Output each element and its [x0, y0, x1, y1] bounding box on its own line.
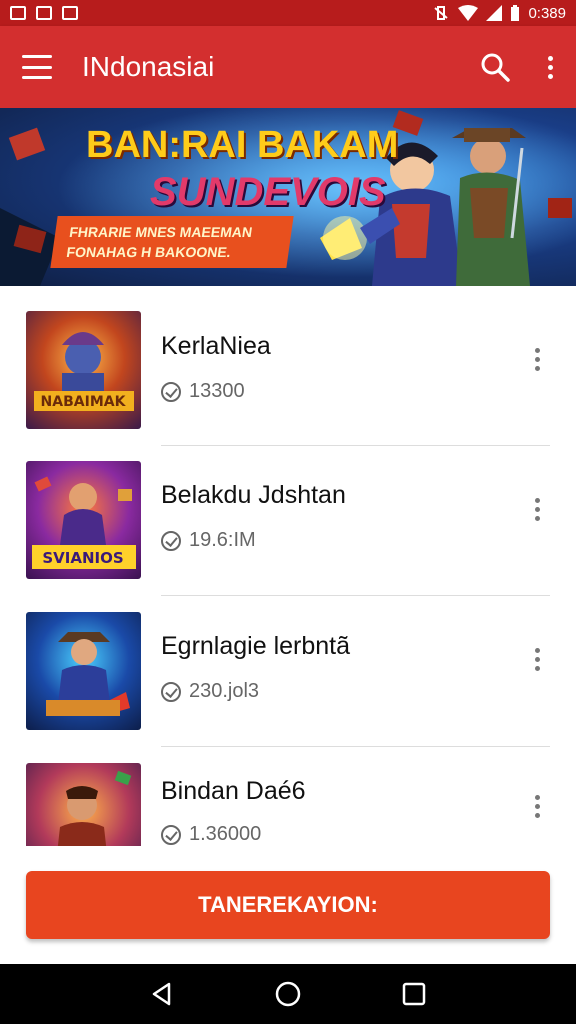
item-more-icon[interactable] [534, 348, 540, 371]
list-item[interactable]: Bindan Daé6 1.36000 [0, 739, 576, 846]
list-item[interactable]: NABAIMAK KerlaNiea 13300 [0, 286, 576, 446]
app-bar: INdonasiai [0, 26, 576, 108]
list-item-count: 13300 [189, 380, 245, 402]
vibrate-icon [434, 6, 449, 20]
list-item-title: Belakdu Jdshtan [161, 481, 346, 509]
status-time: 0:389 [528, 4, 566, 22]
list-item-title: Bindan Daé6 [161, 777, 306, 805]
promo-banner[interactable]: BAN:RAI BAKAM SUNDEVOIS FHRARIE MNES MAE… [0, 108, 576, 286]
thumbnail-art [57, 770, 132, 846]
item-more-icon[interactable] [534, 498, 540, 521]
banner-ribbon-line1: FHRARIE MNES MAEEMAN [68, 224, 254, 240]
thumbnail-art: SVIANIOS [32, 476, 136, 569]
game-thumbnail: SVIANIOS [26, 461, 141, 579]
check-circle-icon [161, 530, 181, 551]
game-thumbnail [26, 763, 141, 846]
game-thumbnail [26, 612, 141, 730]
list-item-title: Egrnlagie lerbntã [161, 632, 351, 660]
card-notification-icon [62, 6, 78, 20]
list-item-count: 19.6:IM [189, 529, 256, 551]
search-icon[interactable] [480, 52, 510, 82]
primary-action-button[interactable]: TANEREKAYION: [26, 871, 550, 939]
check-circle-icon [161, 381, 181, 402]
battery-icon [511, 5, 520, 21]
list-item-title: KerlaNiea [161, 332, 271, 360]
system-navigation-bar [0, 964, 576, 1024]
banner-headline: BAN:RAI BAKAM [86, 124, 399, 166]
list-item[interactable]: SVIANIOS Belakdu Jdshtan 19.6:IM [0, 437, 576, 596]
back-icon[interactable] [149, 981, 175, 1007]
banner-subheadline: SUNDEVOIS [150, 170, 386, 214]
system-icons: 0:389 [432, 5, 566, 22]
check-circle-icon [161, 681, 181, 702]
recents-icon[interactable] [401, 981, 427, 1007]
banner-ribbon-line2: FONAHAG H BAKOONE. [65, 244, 232, 260]
item-more-icon[interactable] [534, 648, 540, 671]
hamburger-menu-icon[interactable] [22, 55, 52, 79]
game-thumbnail: NABAIMAK [26, 311, 141, 429]
notification-icons [10, 6, 78, 20]
thumbnail-art [46, 632, 130, 716]
gallery-notification-icon [36, 6, 52, 20]
list-item-meta: 230.jol3 [161, 680, 259, 703]
home-icon[interactable] [274, 980, 302, 1008]
list-item-meta: 13300 [161, 380, 245, 403]
thumbnail-art: NABAIMAK [34, 332, 134, 411]
list-item-count: 230.jol3 [189, 680, 260, 702]
thumbnail-title: SVIANIOS [42, 549, 123, 567]
game-list: NABAIMAK KerlaNiea 13300 SVIANIOS Belakd… [0, 286, 576, 846]
banner-ribbon: FHRARIE MNES MAEEMAN FONAHAG H BAKOONE. [50, 216, 294, 268]
list-item-meta: 19.6:IM [161, 529, 256, 552]
signal-icon [486, 5, 503, 21]
wifi-icon [458, 5, 479, 21]
list-item[interactable]: Egrnlagie lerbntã 230.jol3 [0, 588, 576, 747]
check-circle-icon [161, 824, 181, 845]
more-vert-icon[interactable] [546, 55, 554, 79]
list-item-meta: 1.36000 [161, 823, 261, 846]
status-bar: 0:389 [0, 0, 576, 26]
thumbnail-title: NABAIMAK [41, 394, 127, 410]
app-title: INdonasiai [82, 51, 215, 82]
list-item-count: 1.36000 [189, 823, 262, 845]
item-more-icon[interactable] [534, 795, 540, 818]
image-notification-icon [10, 6, 26, 20]
